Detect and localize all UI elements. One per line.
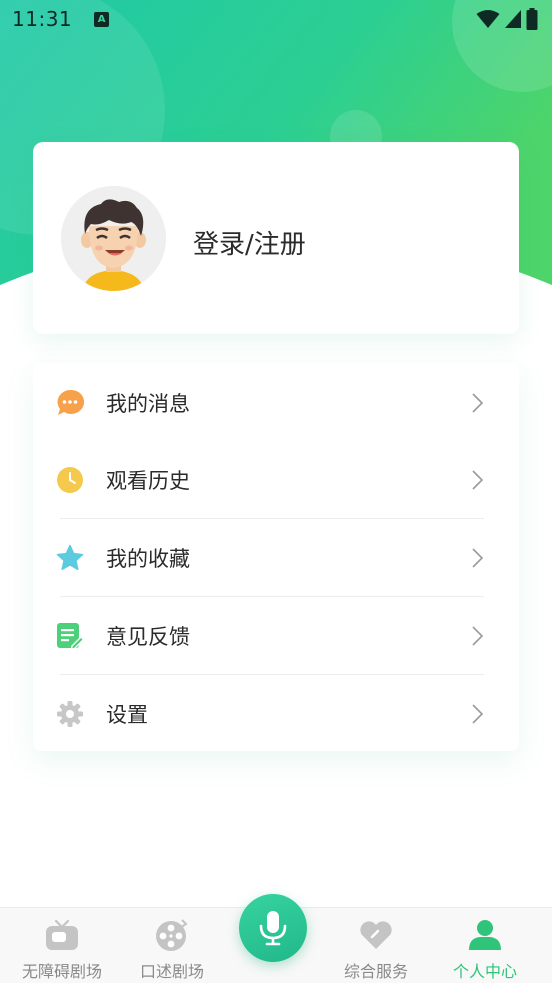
menu-item-feedback[interactable]: 意见反馈 bbox=[33, 597, 519, 674]
battery-icon bbox=[526, 8, 538, 30]
menu-item-label: 观看历史 bbox=[106, 468, 190, 493]
tab-label: 个人中心 bbox=[452, 962, 517, 981]
tab-accessible-theater[interactable]: 无障碍剧场 bbox=[7, 908, 117, 983]
status-bar: 11:31 A bbox=[0, 0, 552, 38]
menu-item-label: 我的消息 bbox=[106, 391, 190, 416]
tab-label: 综合服务 bbox=[343, 962, 408, 981]
chevron-right-icon bbox=[472, 625, 484, 646]
avatar[interactable] bbox=[61, 186, 166, 291]
profile-card[interactable]: 登录/注册 bbox=[33, 142, 519, 334]
voice-input-button[interactable] bbox=[239, 894, 307, 962]
chevron-right-icon bbox=[472, 547, 484, 568]
film-reel-icon bbox=[154, 918, 190, 952]
person-icon bbox=[467, 918, 503, 952]
menu-item-history[interactable]: 观看历史 bbox=[33, 441, 519, 518]
cartoon-avatar-icon bbox=[61, 186, 166, 291]
menu-item-label: 意见反馈 bbox=[106, 624, 190, 649]
tv-icon bbox=[44, 918, 80, 952]
heart-icon bbox=[358, 918, 394, 952]
notification-a-icon: A bbox=[94, 11, 110, 27]
feedback-note-icon bbox=[56, 622, 84, 650]
tab-personal-center[interactable]: 个人中心 bbox=[430, 908, 540, 983]
chevron-right-icon bbox=[472, 392, 484, 413]
menu-card: 我的消息 观看历史 我的收藏 意见反馈 设置 bbox=[33, 363, 519, 751]
tab-audio-description-theater[interactable]: 口述剧场 bbox=[117, 908, 227, 983]
login-register-link[interactable]: 登录/注册 bbox=[193, 224, 306, 261]
tab-integrated-services[interactable]: 综合服务 bbox=[321, 908, 431, 983]
menu-item-label: 我的收藏 bbox=[106, 546, 190, 571]
chevron-right-icon bbox=[472, 703, 484, 724]
status-icons bbox=[476, 8, 538, 30]
wifi-icon bbox=[476, 10, 500, 28]
menu-item-settings[interactable]: 设置 bbox=[33, 675, 519, 752]
menu-item-favorites[interactable]: 我的收藏 bbox=[33, 519, 519, 596]
chevron-right-icon bbox=[472, 469, 484, 490]
message-bubble-icon bbox=[56, 389, 84, 417]
gear-icon bbox=[56, 700, 84, 728]
microphone-icon bbox=[259, 911, 287, 946]
tab-label: 无障碍剧场 bbox=[21, 962, 102, 981]
clock-icon bbox=[56, 466, 84, 494]
signal-icon bbox=[505, 10, 521, 28]
tab-label: 口述剧场 bbox=[139, 962, 204, 981]
menu-item-label: 设置 bbox=[106, 702, 148, 727]
menu-item-messages[interactable]: 我的消息 bbox=[33, 364, 519, 441]
status-time: 11:31 bbox=[12, 7, 73, 31]
star-icon bbox=[56, 544, 84, 572]
